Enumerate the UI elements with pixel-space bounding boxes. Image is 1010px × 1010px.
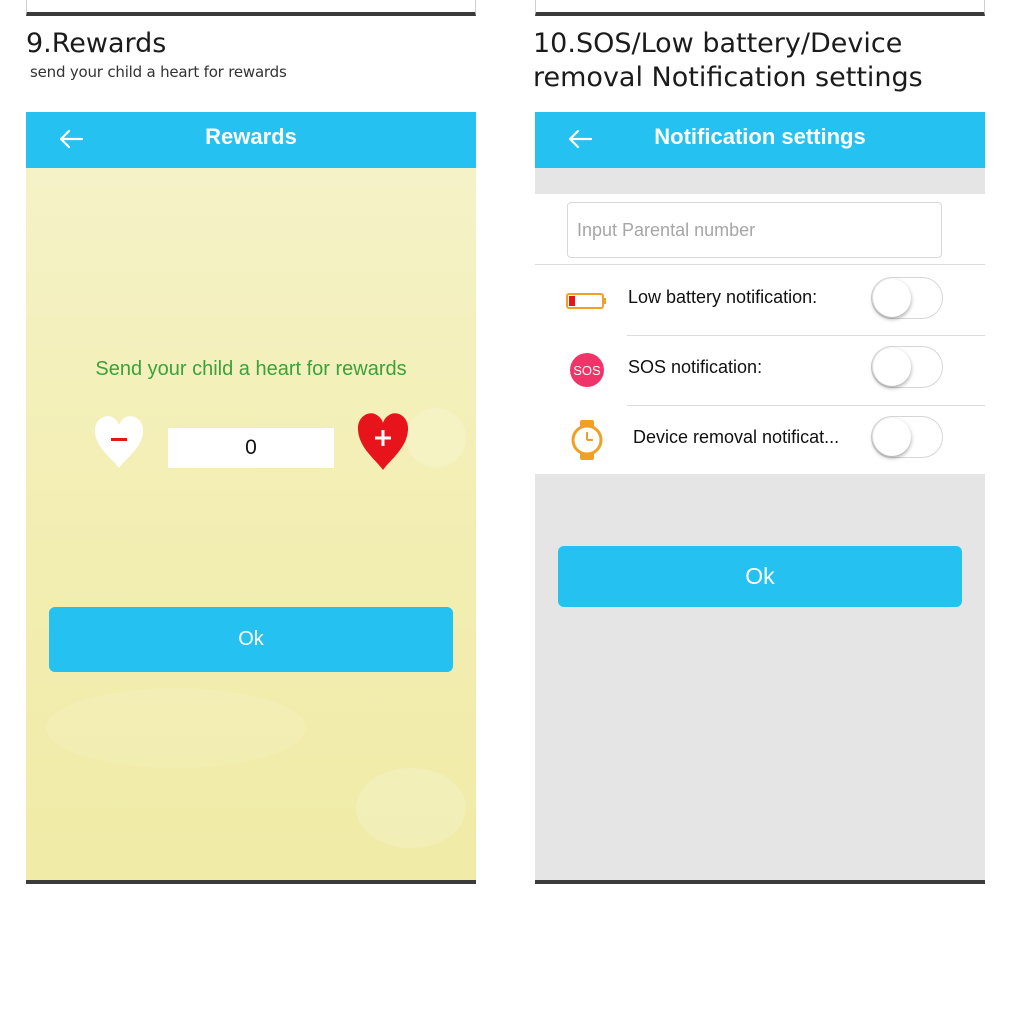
device-removal-label: Device removal notificat... bbox=[633, 427, 840, 447]
navbar: Rewards bbox=[26, 112, 476, 168]
reward-count[interactable]: 0 bbox=[168, 428, 334, 468]
settings-list: Low battery notification: SOS SOS notifi… bbox=[535, 194, 985, 474]
toggle-knob bbox=[873, 418, 911, 456]
ok-button[interactable]: Ok bbox=[558, 546, 962, 607]
battery-low-icon bbox=[565, 283, 609, 319]
low-battery-row: Low battery notification: bbox=[535, 265, 985, 335]
reward-message: Send your child a heart for rewards bbox=[95, 358, 407, 380]
rewards-screen: Rewards Send your child a heart for rewa… bbox=[26, 112, 476, 880]
background-decoration bbox=[406, 408, 466, 468]
background-decoration bbox=[46, 688, 306, 768]
sos-label: SOS notification: bbox=[628, 357, 763, 377]
sos-toggle[interactable] bbox=[871, 346, 943, 388]
device-removal-toggle[interactable] bbox=[871, 416, 943, 458]
ok-button[interactable]: Ok bbox=[49, 607, 453, 672]
notification-settings-screen: Notification settings Low battery notifi… bbox=[535, 112, 985, 880]
nav-title: Rewards bbox=[205, 124, 297, 149]
sos-row: SOS SOS notification: bbox=[535, 336, 985, 406]
section-subtitle: send your child a heart for rewards bbox=[30, 63, 287, 81]
previous-screen-strip bbox=[535, 0, 985, 16]
watch-icon bbox=[565, 420, 609, 460]
svg-text:SOS: SOS bbox=[573, 363, 601, 378]
sos-icon: SOS bbox=[565, 352, 609, 388]
heart-plus-icon[interactable] bbox=[356, 410, 410, 474]
section-title-line1: 10.SOS/Low battery/Device bbox=[533, 28, 903, 59]
parental-number-input[interactable] bbox=[567, 202, 942, 258]
nav-title: Notification settings bbox=[654, 124, 866, 149]
section-title: 9.Rewards bbox=[26, 28, 167, 59]
navbar: Notification settings bbox=[535, 112, 985, 168]
background-decoration bbox=[356, 768, 466, 848]
low-battery-label: Low battery notification: bbox=[628, 287, 818, 307]
toggle-knob bbox=[873, 279, 911, 317]
toggle-knob bbox=[873, 348, 911, 386]
device-removal-row: Device removal notificat... bbox=[535, 406, 985, 476]
low-battery-toggle[interactable] bbox=[871, 277, 943, 319]
heart-minus-icon[interactable] bbox=[92, 412, 146, 472]
previous-screen-strip bbox=[26, 0, 476, 16]
section-title-line2: removal Notification settings bbox=[533, 62, 923, 93]
rewards-body: Send your child a heart for rewards 0 Ok bbox=[26, 168, 476, 880]
